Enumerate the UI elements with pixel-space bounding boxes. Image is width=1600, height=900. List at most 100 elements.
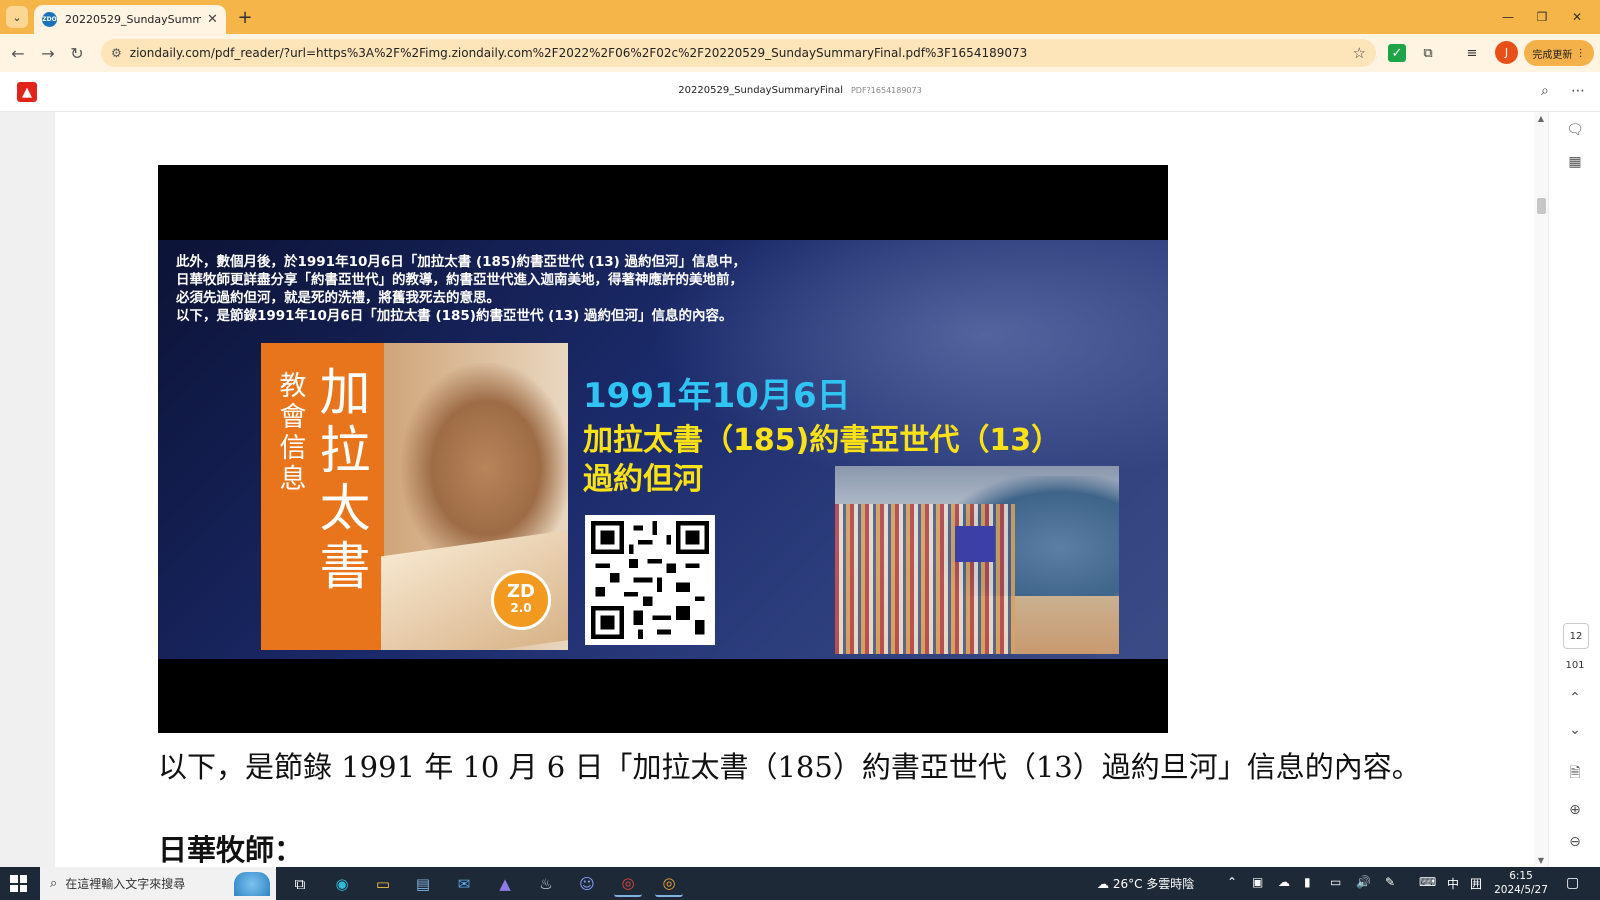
steam-icon[interactable]: ♨ [532, 871, 560, 897]
browser-tab-active[interactable]: ZDO 20220529_SundaySummaryF ✕ [34, 5, 226, 34]
current-page-box[interactable]: 12 [1563, 623, 1589, 649]
document-scrollbar[interactable]: ▲ ▼ [1534, 112, 1548, 867]
total-pages: 101 [1565, 660, 1585, 671]
back-button[interactable]: ← [8, 43, 28, 63]
slide-title-line1: 加拉太書（185)約書亞世代（13） [583, 423, 1062, 458]
slide-image: 此外，數個月後，於1991年10月6日「加拉太書 (185)約書亞世代 (13)… [158, 240, 1168, 659]
site-info-icon[interactable]: ⚙ [111, 46, 122, 60]
app-triangle-icon[interactable]: ▲ [491, 871, 519, 897]
reload-button[interactable]: ↻ [67, 43, 87, 63]
pen-icon[interactable]: ✎ [1385, 875, 1395, 889]
embedded-slide-frame: 此外，數個月後，於1991年10月6日「加拉太書 (185)約書亞世代 (13)… [158, 165, 1168, 733]
tray-chevron-icon[interactable]: ⌃ [1227, 875, 1237, 889]
extension-check-icon[interactable]: ✓ [1388, 44, 1406, 62]
weather-text: 26°C 多雲時陰 [1112, 877, 1195, 891]
update-button[interactable]: 完成更新 ⋮ [1524, 40, 1594, 66]
start-button[interactable] [10, 875, 27, 892]
badge-bottom-text: 2.0 [510, 601, 532, 615]
extensions-puzzle-icon[interactable]: ⧉ [1419, 44, 1437, 62]
search-highlight-image [234, 872, 270, 896]
cloud-icon: ☁ [1097, 877, 1109, 891]
zd-badge-logo: ZD 2.0 [491, 570, 551, 630]
body-paragraph: 以下，是節錄 1991 年 10 月 6 日「加拉太書（185）約書亞世代（13… [158, 750, 1421, 784]
comments-panel-icon[interactable]: 🗨 [1549, 122, 1600, 138]
speaker-heading: 日華牧師： [158, 833, 304, 867]
onedrive-icon[interactable]: ☁ [1278, 875, 1290, 889]
tab-favicon-icon: ZDO [42, 12, 57, 27]
notification-icon[interactable]: ▢ [1566, 875, 1579, 891]
qr-code-graphic [591, 521, 709, 639]
meet-icon[interactable]: ▣ [1252, 875, 1263, 889]
qr-code [585, 515, 715, 645]
close-window-button[interactable]: ✕ [1565, 6, 1589, 28]
next-page-icon[interactable]: ⌄ [1549, 722, 1600, 738]
mail-icon[interactable]: ✉ [450, 871, 478, 897]
chrome-profile-icon[interactable]: ◎ [655, 871, 683, 897]
painting-tabernacle [955, 526, 995, 562]
file-explorer-icon[interactable]: ▭ [369, 871, 397, 897]
previous-page-icon[interactable]: ⌃ [1549, 690, 1600, 706]
task-view-icon[interactable]: ⧉ [286, 871, 314, 897]
document-title: 20220529_SundaySummaryFinal [678, 85, 843, 96]
intro-line: 必須先過約但河，就是死的洗禮，將舊我死去的意思。 [176, 290, 500, 306]
thumbnails-grid-icon[interactable]: ▦ [1549, 154, 1600, 170]
restore-button[interactable]: ❐ [1530, 6, 1554, 28]
taskbar-clock[interactable]: 6:15 2024/5/27 [1486, 869, 1556, 897]
store-icon[interactable]: ▤ [409, 871, 437, 897]
media-controls-icon[interactable]: ≡ [1463, 44, 1481, 62]
intro-line: 此外，數個月後，於1991年10月6日「加拉太書 (185)約書亞世代 (13)… [176, 254, 746, 270]
card-big-title: 加拉太書 [319, 364, 371, 597]
volume-icon[interactable]: 🔊 [1356, 875, 1371, 889]
pdf-page: 此外，數個月後，於1991年10月6日「加拉太書 (185)約書亞世代 (13)… [55, 112, 1494, 867]
card-small-title: 教會信息 [279, 371, 307, 495]
clock-date: 2024/5/27 [1494, 884, 1548, 896]
scroll-thumb[interactable] [1537, 198, 1546, 214]
zoom-in-icon[interactable]: ⊕ [1549, 802, 1600, 818]
search-icon[interactable]: ⌕ [1541, 83, 1549, 99]
forward-button[interactable]: → [38, 43, 58, 63]
tab-title: 20220529_SundaySummaryF [65, 13, 201, 26]
windows-taskbar: ⌕ 在這裡輸入文字來搜尋 ⧉ ◉ ▭ ▤ ✉ ▲ ♨ ☺ ◎ ◎ ☁ 26°C … [0, 867, 1600, 900]
address-bar[interactable]: ⚙ ziondaily.com/pdf_reader/?url=https%3A… [101, 39, 1376, 67]
document-area[interactable]: 此外，數個月後，於1991年10月6日「加拉太書 (185)約書亞世代 (13)… [0, 112, 1494, 867]
clock-time: 6:15 [1509, 870, 1533, 882]
new-tab-button[interactable]: + [234, 6, 256, 28]
ime-mode-icon[interactable]: 囲 [1470, 875, 1482, 892]
more-options-icon[interactable]: ⋯ [1571, 83, 1585, 99]
slide-title-line2: 過約但河 [583, 462, 703, 497]
minimize-button[interactable]: — [1496, 6, 1520, 28]
close-tab-icon[interactable]: ✕ [207, 12, 218, 27]
pdf-right-rail: 🗨 ▦ 12 101 ⌃ ⌄ 🗎 ⊕ ⊖ [1548, 112, 1600, 867]
ime-indicator[interactable]: 中 [1447, 875, 1459, 892]
scroll-down-arrow-icon[interactable]: ▼ [1534, 856, 1548, 865]
browser-toolbar: ← → ↻ ⚙ ziondaily.com/pdf_reader/?url=ht… [0, 34, 1600, 72]
intro-line: 日華牧師更詳盡分享「約書亞世代」的教導，約書亞世代進入迦南美地，得著神應許的美地… [176, 272, 743, 288]
chrome-icon[interactable]: ◎ [614, 871, 642, 897]
intro-line: 以下，是節錄1991年10月6日「加拉太書 (185)約書亞世代 (13) 過約… [176, 308, 733, 324]
keyboard-icon[interactable]: ⌨ [1419, 875, 1436, 889]
pdf-viewer-header: ▲ 20220529_SundaySummaryFinal PDF?1654189… [0, 72, 1600, 112]
page-properties-icon[interactable]: 🗎 [1549, 762, 1600, 786]
document-name: 20220529_SundaySummaryFinal PDF?165418907… [0, 85, 1600, 96]
browser-titlebar: ⌄ ZDO 20220529_SundaySummaryF ✕ + — ❐ ✕ [0, 0, 1600, 34]
slide-date: 1991年10月6日 [583, 376, 851, 416]
tab-search-button[interactable]: ⌄ [6, 6, 28, 28]
weather-widget[interactable]: ☁ 26°C 多雲時陰 [1097, 875, 1194, 892]
network-icon[interactable]: ▭ [1330, 875, 1341, 889]
update-label: 完成更新 [1532, 49, 1573, 61]
edge-icon[interactable]: ◉ [328, 871, 356, 897]
url-text[interactable]: ziondaily.com/pdf_reader/?url=https%3A%2… [130, 46, 1353, 60]
chevron-down-icon: ⌄ [12, 10, 22, 24]
document-subtitle: PDF?1654189073 [850, 86, 922, 95]
profile-avatar[interactable]: J [1495, 41, 1518, 64]
taskbar-search-box[interactable]: ⌕ 在這裡輸入文字來搜尋 [40, 867, 276, 900]
badge-top-text: ZD [507, 581, 535, 602]
zoom-out-icon[interactable]: ⊖ [1549, 834, 1600, 850]
slide-intro-text: 此外，數個月後，於1991年10月6日「加拉太書 (185)約書亞世代 (13)… [176, 253, 876, 325]
discord-icon[interactable]: ☺ [573, 871, 601, 897]
bookmark-star-icon[interactable]: ☆ [1353, 44, 1366, 62]
red-sea-painting [835, 466, 1119, 654]
battery-icon[interactable]: ▮ [1304, 875, 1311, 889]
scroll-up-arrow-icon[interactable]: ▲ [1534, 114, 1548, 123]
book-cover-card: 教會信息 加拉太書 ZD 2.0 [261, 343, 568, 650]
